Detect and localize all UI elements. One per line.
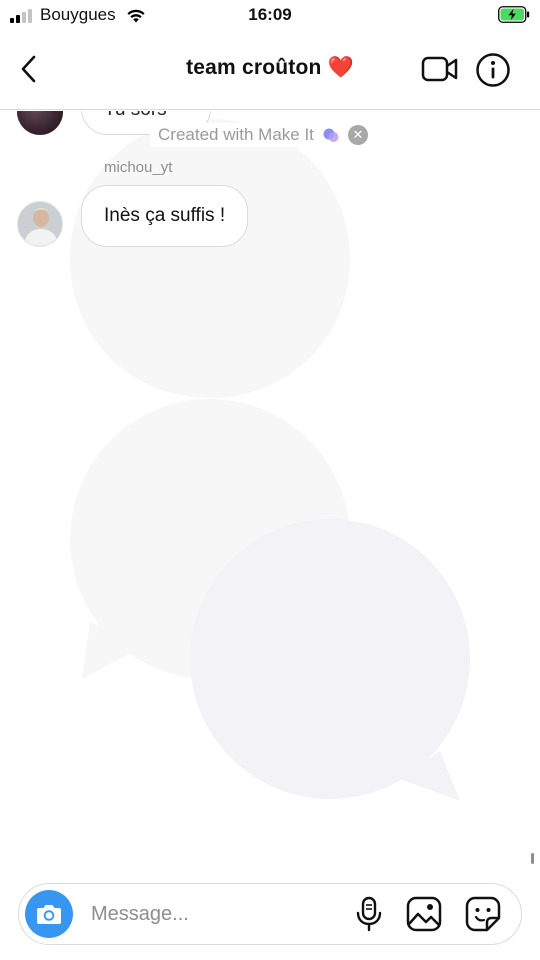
chat-header: team croûton ❤️ xyxy=(0,32,540,110)
conversation-title[interactable]: team croûton ❤️ xyxy=(0,56,540,80)
avatar-photo xyxy=(18,202,62,246)
message-thread[interactable]: Tu sors Created with Make It ✕ michou_yt… xyxy=(0,111,540,871)
sender-name: michou_yt xyxy=(104,159,173,176)
battery-charging-icon xyxy=(498,6,530,23)
gallery-icon[interactable] xyxy=(406,896,442,932)
info-icon[interactable] xyxy=(475,52,511,88)
scroll-indicator xyxy=(531,853,534,864)
message-composer xyxy=(18,883,522,945)
make-it-watermark: Created with Make It ✕ xyxy=(150,123,376,147)
message-input[interactable] xyxy=(91,896,341,932)
status-time: 16:09 xyxy=(248,5,292,24)
microphone-icon[interactable] xyxy=(353,896,385,932)
avatar[interactable] xyxy=(17,201,63,247)
status-bar: Bouygues 16:09 xyxy=(0,0,540,32)
watermark-text: Created with Make It xyxy=(158,125,314,144)
heart-icon: ❤️ xyxy=(327,56,354,79)
conversation-title-text: team croûton xyxy=(186,56,322,79)
video-camera-icon[interactable] xyxy=(421,54,459,84)
sticker-icon[interactable] xyxy=(465,896,501,932)
message-bubble[interactable]: Inès ça suffis ! xyxy=(81,185,249,247)
camera-button[interactable] xyxy=(25,890,73,938)
make-it-logo-icon xyxy=(323,128,339,142)
close-icon[interactable]: ✕ xyxy=(347,125,368,145)
camera-icon xyxy=(37,905,61,924)
message-text: Inès ça suffis ! xyxy=(104,205,226,226)
